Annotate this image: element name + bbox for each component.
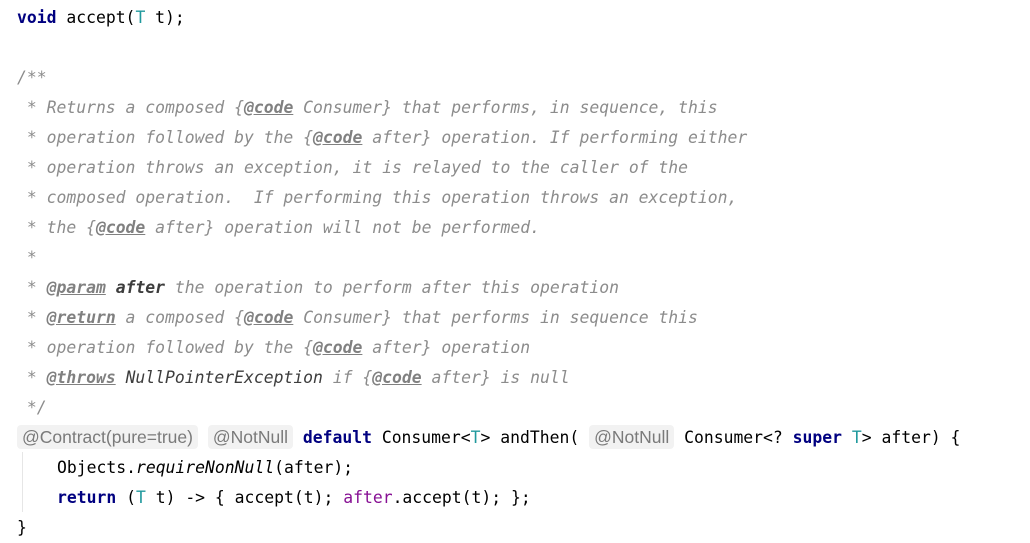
javadoc-tag-code[interactable]: @code — [96, 218, 145, 237]
javadoc-text: Consumer} that performs in sequence this — [293, 308, 698, 327]
javadoc-line: * operation followed by the {@code after… — [17, 333, 530, 363]
code-line-closing-brace: } — [17, 518, 27, 537]
javadoc-space — [116, 368, 126, 387]
javadoc-tag-code[interactable]: @code — [313, 128, 362, 147]
javadoc-text: * — [17, 278, 47, 297]
javadoc-text: the operation to perform after this oper… — [165, 278, 619, 297]
javadoc-text: a composed { — [115, 308, 244, 327]
javadoc-text: * the { — [17, 218, 96, 237]
javadoc-open: /** — [17, 68, 47, 87]
javadoc-text: after} operation. If performing either — [362, 128, 748, 147]
javadoc-text: after} operation will not be performed. — [145, 218, 541, 237]
param-name: > after) { — [861, 428, 961, 447]
code-line-method-signature: @Contract(pure=true) @NotNull default Co… — [17, 423, 960, 453]
javadoc-text: * operation followed by the { — [17, 338, 314, 357]
javadoc-line: * operation followed by the {@code after… — [17, 123, 747, 153]
javadoc-tag-return[interactable]: @return — [47, 308, 116, 327]
javadoc-line: * the {@code after} operation will not b… — [17, 213, 540, 243]
javadoc-tag-throws[interactable]: @throws — [47, 368, 116, 387]
code-editor[interactable]: void accept(T t); /** * Returns a compos… — [0, 0, 1030, 543]
javadoc-tag-code[interactable]: @code — [372, 368, 421, 387]
method-accept-name: accept( — [56, 8, 136, 27]
javadoc-text: if { — [322, 368, 373, 387]
javadoc-close: */ — [17, 398, 47, 417]
call-arguments: (after); — [274, 458, 354, 477]
static-method-call: requireNonNull — [135, 458, 275, 477]
javadoc-exception-name[interactable]: NullPointerException — [126, 368, 323, 387]
code-line-accept-declaration: void accept(T t); — [17, 3, 185, 33]
javadoc-param-line: * @param after the operation to perform … — [17, 273, 619, 303]
type-parameter: T — [470, 428, 481, 447]
javadoc-param-name: after — [115, 278, 166, 297]
javadoc-tag-code[interactable]: @code — [313, 338, 362, 357]
javadoc-text: * — [17, 308, 47, 327]
javadoc-text: * operation followed by the { — [17, 128, 314, 147]
keyword-default: default — [302, 428, 372, 447]
keyword-return: return — [57, 488, 117, 507]
method-andthen-name: > andThen( — [480, 428, 590, 447]
type-parameter: T — [135, 488, 146, 507]
javadoc-return-line: * @return a composed {@code Consumer} th… — [17, 303, 698, 333]
lambda-body: t) -> { accept(t); — [145, 488, 344, 507]
parameter-list-end: t); — [145, 8, 185, 27]
code-text: ( — [116, 488, 136, 507]
javadoc-throws-line: * @throws NullPointerException if {@code… — [17, 363, 570, 393]
javadoc-tag-code[interactable]: @code — [244, 308, 293, 327]
javadoc-line: * composed operation. If performing this… — [17, 188, 738, 207]
type-parameter: T — [851, 428, 862, 447]
captured-variable-after: after — [343, 488, 393, 507]
javadoc-line: * operation throws an exception, it is r… — [17, 158, 689, 177]
type-parameter: T — [135, 8, 146, 27]
class-reference: Objects. — [57, 458, 136, 477]
javadoc-tag-param[interactable]: @param — [47, 278, 106, 297]
lambda-body-end: .accept(t); }; — [392, 488, 531, 507]
javadoc-space — [106, 278, 116, 297]
javadoc-text: * — [17, 368, 47, 387]
indent-guide — [22, 452, 23, 512]
javadoc-tag-code[interactable]: @code — [244, 98, 293, 117]
inferred-annotation-notnull[interactable]: @NotNull — [207, 425, 293, 449]
javadoc-text: * Returns a composed { — [17, 98, 244, 117]
inferred-annotation-notnull-param[interactable]: @NotNull — [589, 425, 675, 449]
javadoc-blank-line: * — [17, 248, 37, 267]
javadoc-text: after} is null — [421, 368, 570, 387]
javadoc-text: after} operation — [362, 338, 531, 357]
param-type: Consumer<? — [674, 428, 793, 447]
javadoc-text: Consumer} that performs, in sequence, th… — [293, 98, 718, 117]
inferred-annotation-contract[interactable]: @Contract(pure=true) — [17, 425, 198, 449]
code-line-require-non-null: Objects.requireNonNull(after); — [57, 453, 353, 483]
javadoc-line: * Returns a composed {@code Consumer} th… — [17, 93, 718, 123]
code-line-return-lambda: return (T t) -> { accept(t); after.accep… — [57, 483, 531, 513]
keyword-void: void — [17, 8, 57, 27]
return-type: Consumer< — [371, 428, 471, 447]
keyword-super: super — [792, 428, 842, 447]
